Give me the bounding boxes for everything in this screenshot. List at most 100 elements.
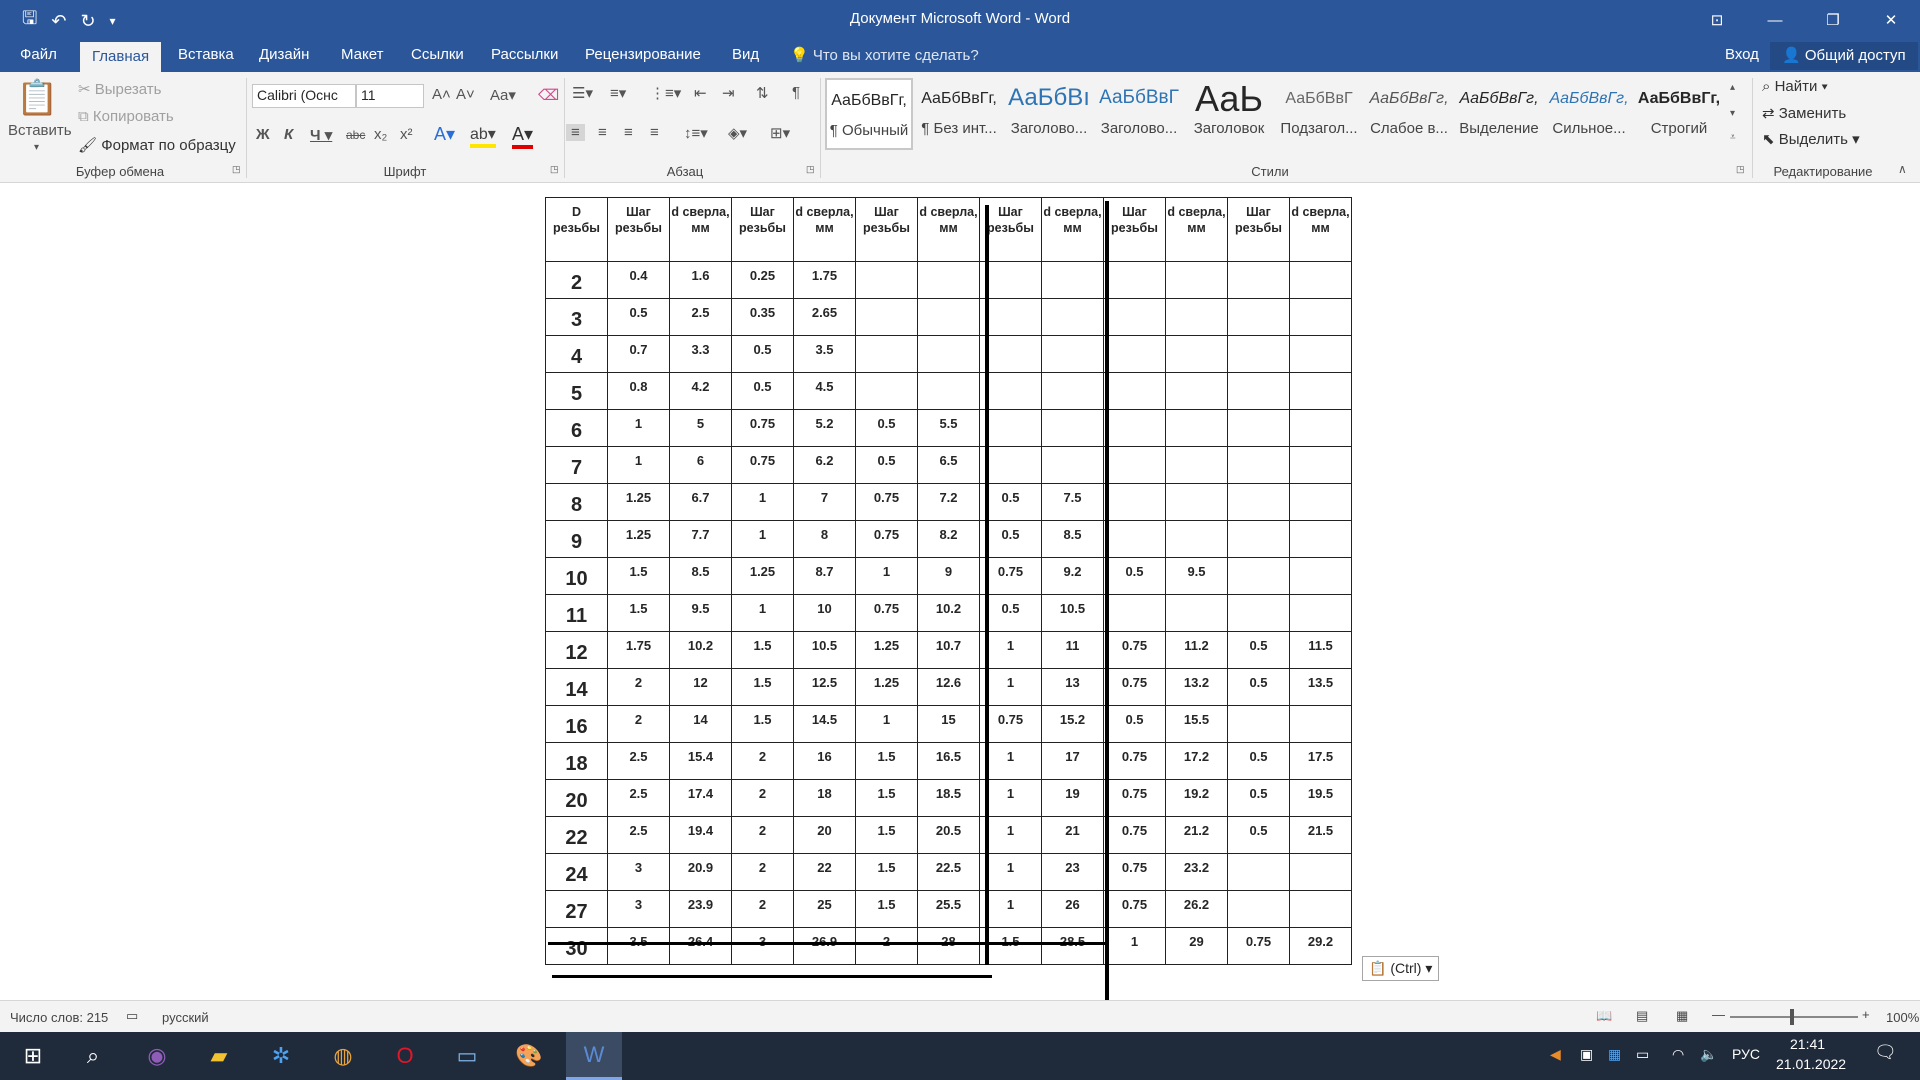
table-cell[interactable]: 19.4 [669, 816, 732, 854]
font-size-input[interactable]: 11 [356, 84, 424, 108]
table-cell[interactable] [1165, 594, 1228, 632]
replace-button[interactable]: ⇄ Заменить [1762, 104, 1846, 122]
ribbon-display-icon[interactable]: ⊡ [1688, 0, 1746, 40]
table-cell[interactable]: 8.7 [793, 557, 856, 595]
cut-button[interactable]: ✂ Вырезать [78, 80, 161, 98]
table-cell[interactable]: 12 [669, 668, 732, 706]
table-cell[interactable] [855, 335, 918, 373]
paste-dropdown-icon[interactable]: ▾ [34, 142, 39, 153]
table-cell[interactable]: 12.5 [793, 668, 856, 706]
row-thread-diameter[interactable]: 20 [545, 779, 608, 817]
table-cell[interactable]: 12.6 [917, 668, 980, 706]
table-cell[interactable]: 10.5 [793, 631, 856, 669]
table-cell[interactable] [1227, 853, 1290, 891]
table-cell[interactable] [855, 261, 918, 299]
zoom-in-icon[interactable]: + [1862, 1007, 1870, 1022]
table-cell[interactable] [1289, 594, 1352, 632]
file-explorer-icon[interactable]: ▰ [202, 1040, 236, 1072]
table-cell[interactable]: 6.7 [669, 483, 732, 521]
shrink-font-icon[interactable]: A˅ [456, 86, 475, 103]
web-layout-icon[interactable]: ▦ [1676, 1008, 1688, 1024]
table-cell[interactable]: 0.5 [1227, 779, 1290, 817]
find-button[interactable]: ⌕ Найти ▾ [1762, 78, 1828, 95]
table-cell[interactable] [1103, 594, 1166, 632]
table-cell[interactable]: 17.5 [1289, 742, 1352, 780]
table-cell[interactable]: 17.2 [1165, 742, 1228, 780]
computer-app-icon[interactable]: ▭ [450, 1040, 484, 1072]
table-cell[interactable] [917, 298, 980, 336]
style-intense-emphasis[interactable]: АаБбВвГг, Сильное... [1545, 78, 1633, 150]
table-cell[interactable]: 1 [731, 483, 794, 521]
table-cell[interactable]: 9.5 [669, 594, 732, 632]
table-cell[interactable]: 1.25 [607, 520, 670, 558]
tab-insert[interactable]: Вставка [178, 46, 234, 63]
table-cell[interactable] [1103, 372, 1166, 410]
table-cell[interactable]: 6.5 [917, 446, 980, 484]
document-page[interactable]: D резьбы Шаг резьбы d сверла, мм Шаг резьбы… [0, 183, 1920, 1001]
style-strong[interactable]: АаБбВвГг, Строгий [1635, 78, 1723, 150]
table-cell[interactable]: 5.5 [917, 409, 980, 447]
row-thread-diameter[interactable]: 14 [545, 668, 608, 706]
table-cell[interactable]: 1 [731, 594, 794, 632]
table-cell[interactable] [1289, 705, 1352, 743]
table-cell[interactable]: 0.8 [607, 372, 670, 410]
table-cell[interactable]: 10.5 [1041, 594, 1104, 632]
table-cell[interactable]: 18 [793, 779, 856, 817]
table-cell[interactable]: 0.25 [731, 261, 794, 299]
row-thread-diameter[interactable]: 6 [545, 409, 608, 447]
search-icon[interactable]: ⌕ [76, 1040, 110, 1072]
table-cell[interactable]: 1.5 [731, 631, 794, 669]
table-cell[interactable] [1289, 446, 1352, 484]
table-cell[interactable] [1227, 594, 1290, 632]
table-cell[interactable]: 1.5 [855, 816, 918, 854]
table-cell[interactable] [1227, 335, 1290, 373]
table-cell[interactable]: 0.5 [1227, 742, 1290, 780]
zoom-level[interactable]: 100% [1886, 1010, 1919, 1025]
table-cell[interactable]: 23.9 [669, 890, 732, 928]
style-subtitle[interactable]: АаБбВвГ Подзагол... [1275, 78, 1363, 150]
row-thread-diameter[interactable]: 10 [545, 557, 608, 595]
table-cell[interactable]: 2.5 [607, 779, 670, 817]
format-painter-button[interactable]: 🖌 Формат по образцу [78, 136, 236, 154]
clock-time[interactable]: 21:41 [1790, 1036, 1825, 1052]
table-cell[interactable]: 7 [793, 483, 856, 521]
row-thread-diameter[interactable]: 8 [545, 483, 608, 521]
row-thread-diameter[interactable]: 7 [545, 446, 608, 484]
sort-icon[interactable]: ⇅ [756, 84, 769, 102]
clipboard-launcher-icon[interactable]: ◳ [232, 164, 241, 175]
table-cell[interactable]: 23 [1041, 853, 1104, 891]
table-cell[interactable]: 5 [669, 409, 732, 447]
wifi-icon[interactable]: ◠ [1672, 1046, 1684, 1063]
table-cell[interactable]: 16.5 [917, 742, 980, 780]
table-cell[interactable]: 13 [1041, 668, 1104, 706]
paste-options-button[interactable]: 📋 (Ctrl) ▾ [1362, 956, 1440, 981]
table-cell[interactable] [1165, 261, 1228, 299]
table-cell[interactable]: 1 [607, 446, 670, 484]
row-thread-diameter[interactable]: 30 [545, 927, 608, 965]
table-cell[interactable]: 8.5 [1041, 520, 1104, 558]
row-thread-diameter[interactable]: 4 [545, 335, 608, 373]
table-cell[interactable]: 2 [607, 668, 670, 706]
row-thread-diameter[interactable]: 3 [545, 298, 608, 336]
table-cell[interactable]: 6.2 [793, 446, 856, 484]
bold-icon[interactable]: Ж [256, 126, 270, 143]
table-cell[interactable]: 1 [731, 520, 794, 558]
paste-button[interactable]: Вставить [8, 122, 72, 139]
table-cell[interactable]: 15 [917, 705, 980, 743]
table-cell[interactable] [917, 261, 980, 299]
table-cell[interactable] [1165, 335, 1228, 373]
table-cell[interactable] [1289, 298, 1352, 336]
table-cell[interactable]: 26.9 [793, 927, 856, 965]
share-button[interactable]: 👤 Общий доступ [1770, 42, 1918, 70]
table-cell[interactable]: 11.2 [1165, 631, 1228, 669]
table-cell[interactable]: 1.25 [855, 668, 918, 706]
table-cell[interactable]: 1.5 [855, 742, 918, 780]
table-cell[interactable] [1289, 483, 1352, 521]
table-cell[interactable] [1289, 520, 1352, 558]
style-normal[interactable]: АаБбВвГг, ¶ Обычный [825, 78, 913, 150]
table-cell[interactable]: 1 [855, 557, 918, 595]
table-cell[interactable]: 21.2 [1165, 816, 1228, 854]
table-cell[interactable] [1103, 261, 1166, 299]
table-cell[interactable]: 20 [793, 816, 856, 854]
table-cell[interactable] [1227, 520, 1290, 558]
